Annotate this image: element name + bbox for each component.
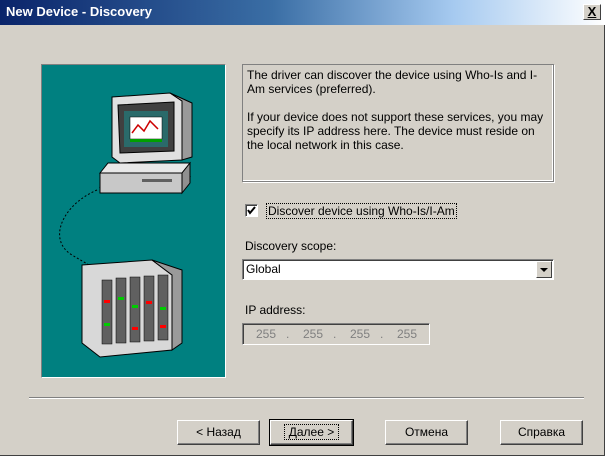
scope-label: Discovery scope:	[245, 239, 337, 253]
ip-address-field[interactable]: 255 . 255 . 255 . 255	[242, 323, 430, 345]
dialog-window: New Device - Discovery X The driver can …	[0, 0, 605, 456]
ip-octet-3: 255	[349, 327, 371, 341]
discover-checkbox[interactable]	[245, 204, 258, 217]
button-divider	[29, 397, 584, 399]
close-button[interactable]: X	[583, 4, 601, 20]
next-button-label: Далее >	[283, 424, 340, 440]
discovery-scope-select[interactable]: Global	[242, 259, 554, 280]
computer-network-icon	[59, 92, 193, 358]
info-paragraph-2: If your device does not support these se…	[247, 110, 544, 152]
ip-separator: .	[380, 327, 384, 341]
info-text-box: The driver can discover the device using…	[242, 64, 554, 182]
discover-checkbox-label[interactable]: Discover device using Who-Is/I-Am	[266, 203, 457, 219]
next-button[interactable]: Далее >	[269, 419, 354, 446]
chevron-down-icon	[540, 268, 548, 272]
ip-octet-2: 255	[302, 327, 324, 341]
checkmark-icon	[247, 206, 256, 215]
wizard-illustration	[41, 64, 226, 378]
cancel-button[interactable]: Отмена	[385, 420, 468, 445]
back-button[interactable]: < Назад	[177, 420, 260, 445]
ip-octet-1: 255	[255, 327, 277, 341]
title-bar: New Device - Discovery X	[0, 0, 605, 25]
info-paragraph-1: The driver can discover the device using…	[247, 68, 538, 96]
ip-octet-4: 255	[396, 327, 418, 341]
ip-separator: .	[333, 327, 337, 341]
help-button[interactable]: Справка	[500, 420, 583, 445]
ip-separator: .	[286, 327, 290, 341]
scope-value: Global	[246, 262, 281, 276]
ip-address-label: IP address:	[245, 303, 306, 317]
window-title: New Device - Discovery	[6, 4, 152, 19]
dropdown-button[interactable]	[536, 261, 552, 278]
